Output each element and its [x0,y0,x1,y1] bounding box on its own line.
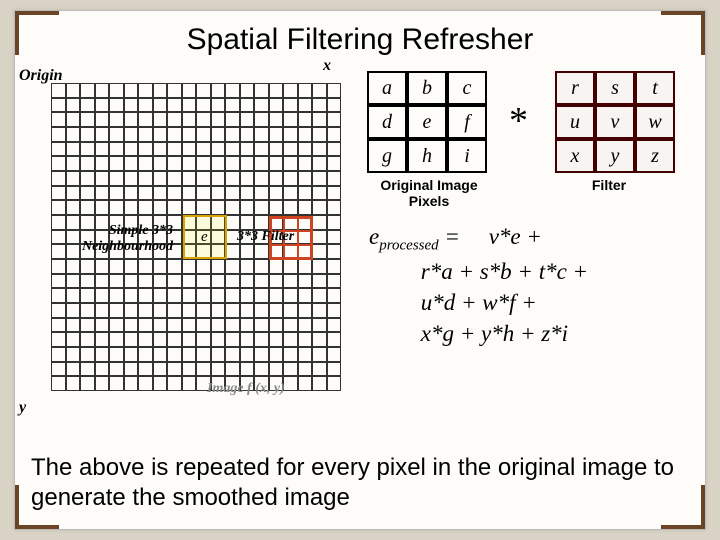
formula-line4: x*g + y*h + z*i [421,321,568,346]
pixels-matrix: a b c d e f g h i [367,71,487,173]
cell-b: b [407,71,447,105]
cell-e: e [407,105,447,139]
formula-eq: = [439,224,466,249]
corner-decoration [701,485,705,529]
corner-decoration [15,11,19,55]
corner-decoration [661,11,705,15]
filter-label: Filter [579,177,639,193]
cell-f: f [447,105,487,139]
formula-e: e [369,224,379,249]
slide-frame: Spatial Filtering Refresher Origin x y S… [14,10,706,530]
page-title: Spatial Filtering Refresher [33,23,687,57]
filter-3x3-label: 3*3 Filter [237,229,294,245]
corner-decoration [701,11,705,55]
corner-decoration [15,525,59,529]
corner-decoration [15,11,59,15]
formula-line3: u*d + w*f + [421,290,537,315]
cell-r: r [555,71,595,105]
cell-y: y [595,139,635,173]
convolution-star-icon: * [509,99,528,143]
formula-block: eprocessed = v*e + r*a + s*b + t*c + u*d… [369,221,677,349]
cell-c: c [447,71,487,105]
corner-decoration [661,525,705,529]
bottom-caption: The above is repeated for every pixel in… [31,453,689,513]
center-pixel-label: e [201,229,208,246]
cell-w: w [635,105,675,139]
x-axis-label: x [323,57,331,75]
cell-a: a [367,71,407,105]
cell-t: t [635,71,675,105]
cell-i: i [447,139,487,173]
filter-matrix: r s t u v w x y z [555,71,675,173]
cell-u: u [555,105,595,139]
cell-d: d [367,105,407,139]
corner-decoration [15,485,19,529]
cell-s: s [595,71,635,105]
y-axis-label: y [19,399,26,417]
cell-x: x [555,139,595,173]
formula-sub: processed [379,238,438,254]
neighbourhood-label: Simple 3*3 Neighbourhood [77,223,173,255]
cell-g: g [367,139,407,173]
cell-h: h [407,139,447,173]
formula-line1: v*e + [489,224,542,249]
image-function-label: Image f (x, y) [207,381,285,397]
original-pixels-label: Original Image Pixels [371,177,487,209]
formula-line2: r*a + s*b + t*c + [421,259,588,284]
cell-z: z [635,139,675,173]
cell-v: v [595,105,635,139]
